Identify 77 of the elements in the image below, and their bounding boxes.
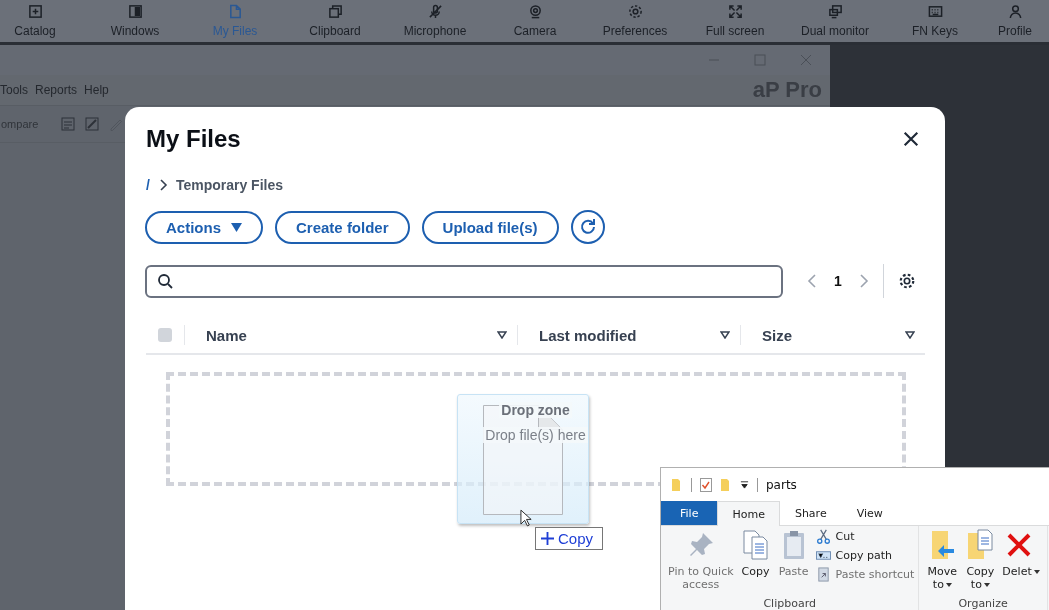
- gear-icon: [627, 4, 643, 19]
- ribbon-menu-button[interactable]: Copy to: [961, 529, 1000, 597]
- ribbon-tab[interactable]: Home: [717, 501, 780, 526]
- filter-icon[interactable]: [497, 331, 507, 339]
- toolbar-item[interactable]: Dual monitor: [785, 0, 885, 42]
- cursor-icon: [520, 509, 533, 528]
- caret-icon: [983, 582, 990, 587]
- toolbar-item[interactable]: Profile: [985, 0, 1045, 42]
- menu-item[interactable]: Reports: [35, 83, 78, 97]
- file-icon: [227, 4, 243, 19]
- next-page-icon[interactable]: [858, 273, 869, 289]
- previous-page-icon[interactable]: [807, 273, 817, 289]
- toolbar-item[interactable]: Catalog: [0, 0, 85, 42]
- search-field[interactable]: [145, 264, 783, 298]
- column-header[interactable]: Size: [762, 326, 792, 344]
- search-icon: [157, 273, 173, 289]
- tooltip-text: Copy: [558, 530, 594, 547]
- column-header[interactable]: Last modified: [539, 326, 637, 344]
- properties-icon[interactable]: [700, 477, 712, 492]
- breadcrumb-current: Temporary Files: [175, 177, 283, 193]
- expand-icon: [727, 4, 743, 19]
- ribbon-button[interactable]: Copy: [736, 529, 775, 597]
- customize-menu-icon[interactable]: [740, 480, 749, 489]
- plus-square-icon: [27, 4, 43, 19]
- toolbar-item[interactable]: Camera: [485, 0, 585, 42]
- close-icon[interactable]: [902, 130, 920, 148]
- filter-icon[interactable]: [720, 331, 730, 339]
- filter-icon[interactable]: [905, 331, 915, 339]
- toolbar-item[interactable]: Clipboard: [285, 0, 385, 42]
- toolbar-item[interactable]: Preferences: [585, 0, 685, 42]
- camera-icon: [527, 4, 543, 19]
- caret-icon: [1033, 569, 1040, 574]
- toolbar-item[interactable]: Windows: [85, 0, 185, 42]
- folder-icon[interactable]: [671, 477, 683, 492]
- ribbon-menu-button[interactable]: Move to: [923, 529, 962, 597]
- keyboard-icon: [927, 4, 943, 19]
- chevron-right-icon: [157, 178, 168, 192]
- ribbon-group-label: Organize: [958, 597, 1008, 610]
- path-icon: [815, 548, 831, 563]
- select-all-checkbox[interactable]: [158, 328, 172, 342]
- panel-icon: [127, 4, 143, 19]
- dialog-title: My Files: [146, 125, 241, 153]
- settings-icon[interactable]: [897, 272, 916, 290]
- action-button[interactable]: Create folder: [275, 210, 410, 244]
- ribbon-button[interactable]: Cut: [815, 529, 915, 544]
- ribbon-tab[interactable]: File: [661, 501, 718, 525]
- action-button[interactable]: Upload file(s): [421, 210, 559, 244]
- person-icon: [1007, 4, 1023, 19]
- ribbon-button[interactable]: Copy path: [815, 548, 915, 563]
- caret-icon: [231, 222, 242, 232]
- drop-zone-title: Drop zone: [499, 402, 572, 418]
- new-folder-icon[interactable]: [720, 477, 732, 492]
- column-header[interactable]: Name: [206, 326, 247, 344]
- refresh-button[interactable]: [570, 210, 605, 244]
- ribbon-tab[interactable]: View: [841, 501, 898, 525]
- page-number: 1: [834, 273, 842, 289]
- ribbon-group-label: Clipboard: [763, 597, 816, 610]
- actions-dropdown[interactable]: Actions: [145, 210, 263, 244]
- monitors-icon: [827, 4, 843, 19]
- breadcrumb-link[interactable]: /: [146, 177, 150, 193]
- copy-icon: [327, 4, 343, 19]
- edit-icon[interactable]: [84, 116, 101, 132]
- toolbar-item[interactable]: Microphone: [385, 0, 485, 42]
- ribbon-menu-button[interactable]: Delet: [999, 529, 1043, 597]
- toolbar-item[interactable]: Full screen: [685, 0, 785, 42]
- menu-item[interactable]: Help: [84, 83, 109, 97]
- drop-zone-hint: Drop file(s) here: [483, 427, 588, 443]
- mic-icon: [427, 4, 443, 19]
- plus-icon: [541, 532, 554, 545]
- caret-icon: [945, 582, 952, 587]
- scissors-icon: [815, 529, 831, 544]
- menu-item[interactable]: Tools: [0, 83, 28, 97]
- window-title: parts: [766, 477, 797, 492]
- form-icon[interactable]: [60, 116, 77, 132]
- shortcut-icon: [815, 567, 831, 582]
- toolbar-item[interactable]: FN Keys: [885, 0, 985, 42]
- ribbon-tab[interactable]: Share: [779, 501, 842, 525]
